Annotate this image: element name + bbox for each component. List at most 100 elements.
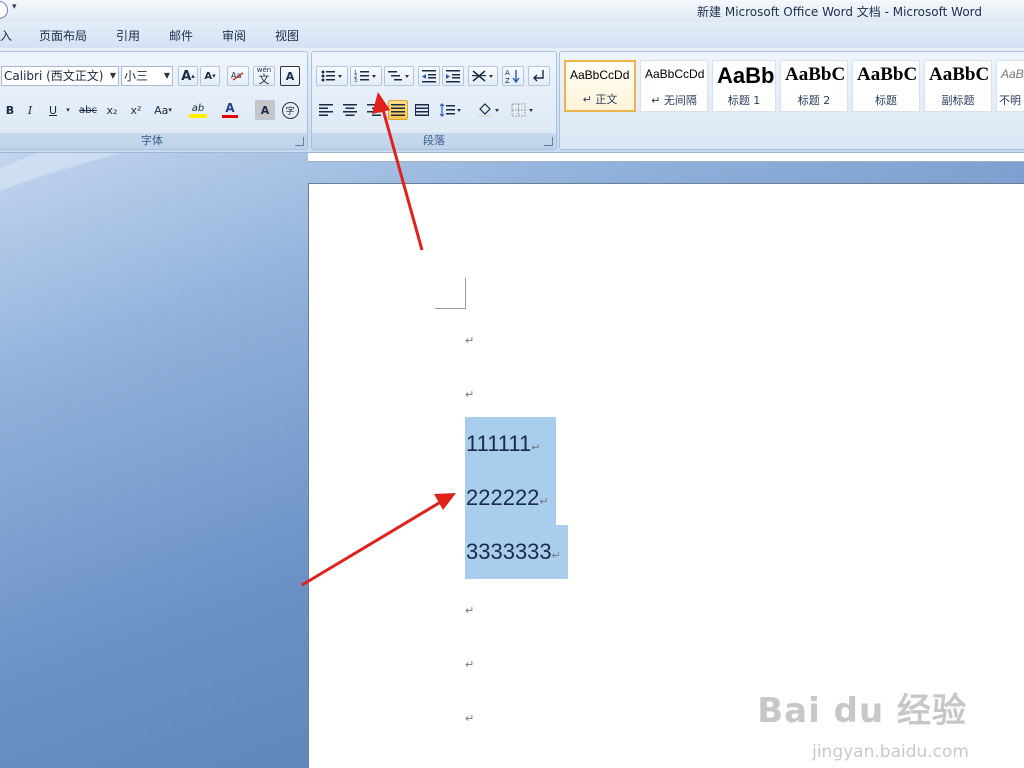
chevron-down-icon: ▾ [66, 106, 70, 114]
grow-font-button[interactable]: A ▴ [178, 66, 198, 86]
bold-button[interactable]: B [1, 100, 19, 120]
svg-text:Z: Z [505, 77, 510, 84]
dialog-launcher-icon[interactable] [544, 137, 553, 146]
style-no-spacing[interactable]: AaBbCcDd ↵ 无间隔 [640, 60, 708, 112]
character-shading-button[interactable]: A [255, 100, 275, 120]
sort-button[interactable]: A Z [502, 66, 524, 86]
quick-access-dropdown-icon[interactable]: ▾ [12, 2, 17, 12]
style-sample: AaBbCcDd [570, 68, 630, 82]
highlighter-icon: ab [191, 102, 205, 114]
align-left-icon [319, 104, 333, 116]
font-color-button[interactable]: A [217, 100, 243, 120]
selected-line[interactable]: 3333333↵ [465, 525, 568, 579]
underline-button[interactable]: U [43, 100, 63, 120]
align-right-button[interactable] [364, 100, 384, 120]
highlight-color-swatch [189, 113, 207, 118]
borders-button[interactable] [508, 100, 538, 120]
underline-icon: U [48, 103, 58, 117]
baidu-watermark: Bai du 经验 [757, 691, 967, 731]
phonetic-guide-button[interactable]: wén 文 [253, 66, 275, 86]
underline-dropdown[interactable]: ▾ [63, 100, 73, 120]
grow-font-icon: A [181, 68, 192, 84]
title-bar: ▾ 新建 Microsoft Office Word 文档 - Microsof… [0, 0, 1024, 23]
style-heading-2[interactable]: AaBbC 标题 2 [780, 60, 848, 112]
tab-insert[interactable]: 入 [0, 27, 12, 44]
tab-view[interactable]: 视图 [275, 27, 299, 44]
paragraph-mark: ↵ [465, 334, 475, 347]
paragraph-group-label: 段落 [312, 133, 556, 149]
style-name: 不明 [999, 94, 1021, 107]
align-right-icon [367, 104, 381, 116]
style-name: 副标题 [941, 94, 975, 107]
align-center-button[interactable] [340, 100, 360, 120]
style-subtle-emphasis[interactable]: AaBbCcD 不明 [996, 60, 1024, 112]
multilevel-list-button[interactable] [384, 66, 414, 86]
previous-page-edge [308, 153, 1024, 162]
multilevel-list-icon [388, 71, 409, 81]
line-text: 222222 [466, 485, 540, 510]
line-spacing-icon [439, 103, 461, 117]
margin-corner-mark [435, 278, 466, 309]
justify-button[interactable] [388, 100, 408, 120]
numbered-list-icon: 1 2 3 [354, 70, 376, 83]
tab-mailings[interactable]: 邮件 [169, 27, 193, 44]
font-size-value: 小三 [124, 69, 149, 83]
phonetic-guide-icon: 文 [258, 73, 270, 86]
chinese-layout-button[interactable] [468, 66, 498, 86]
paragraph-mark: ↵ [465, 604, 475, 617]
superscript-button[interactable]: x² [125, 100, 147, 120]
tab-page-layout[interactable]: 页面布局 [39, 27, 87, 44]
bold-icon: B [5, 103, 15, 117]
document-page[interactable]: ↵ ↵ 111111↵ 222222↵ 3333333↵ ↵ ↵ ↵ Bai d… [308, 183, 1024, 768]
style-name: ↵ 无间隔 [651, 94, 697, 107]
shrink-font-icon: A [204, 70, 213, 82]
style-heading-1[interactable]: AaBb 标题 1 [712, 60, 776, 112]
font-name-combo[interactable]: Calibri (西文正文) ▼ [1, 66, 119, 86]
border-grid-icon [511, 103, 533, 117]
paragraph-mark: ↵ [465, 658, 475, 671]
character-shading-icon: A [260, 103, 270, 117]
tab-references[interactable]: 引用 [116, 27, 140, 44]
paint-bucket-icon [478, 103, 499, 117]
font-color-swatch [222, 115, 238, 118]
show-paragraph-marks-button[interactable] [528, 66, 550, 86]
baidu-watermark-url: jingyan.baidu.com [812, 742, 969, 762]
strikethrough-button[interactable]: abc [77, 100, 99, 120]
distributed-button[interactable] [412, 100, 432, 120]
italic-button[interactable]: I [21, 100, 39, 120]
clear-formatting-button[interactable]: Aa [227, 66, 249, 86]
increase-indent-button[interactable] [442, 66, 464, 86]
shading-button[interactable] [474, 100, 504, 120]
office-button[interactable] [0, 1, 8, 19]
dialog-launcher-icon[interactable] [295, 137, 304, 146]
style-subtitle[interactable]: AaBbC 副标题 [924, 60, 992, 112]
style-sample: AaBbC [929, 64, 990, 85]
chinese-layout-icon [472, 70, 493, 82]
paragraph-mark: ↵ [465, 712, 475, 725]
selected-line[interactable]: 222222↵ [465, 471, 556, 525]
sort-icon: A Z [505, 69, 520, 84]
selected-line[interactable]: 111111↵ [465, 417, 556, 471]
shrink-font-button[interactable]: A ▾ [200, 66, 220, 86]
font-size-combo[interactable]: 小三 ▼ [121, 66, 173, 86]
character-border-button[interactable]: A [280, 66, 300, 86]
ribbon: Calibri (西文正文) ▼ 小三 ▼ A ▴ A ▾ Aa wén 文 A B… [0, 48, 1024, 153]
style-title[interactable]: AaBbC 标题 [852, 60, 920, 112]
tab-review[interactable]: 审阅 [222, 27, 246, 44]
superscript-icon: x² [130, 103, 142, 117]
style-name: 标题 2 [797, 94, 831, 107]
highlight-button[interactable]: ab [183, 100, 213, 120]
paragraph-mark: ↵ [465, 388, 475, 401]
decrease-indent-button[interactable] [418, 66, 440, 86]
numbering-button[interactable]: 1 2 3 [350, 66, 382, 86]
style-sample: AaBbC [785, 64, 846, 85]
subscript-button[interactable]: x₂ [101, 100, 123, 120]
bullets-button[interactable] [316, 66, 348, 86]
enclose-characters-button[interactable]: 字 [280, 100, 300, 120]
svg-text:3: 3 [354, 78, 357, 83]
subscript-icon: x₂ [106, 103, 118, 117]
align-left-button[interactable] [316, 100, 336, 120]
style-normal[interactable]: AaBbCcDd ↵ 正文 [564, 60, 636, 112]
change-case-button[interactable]: Aa ▾ [149, 100, 177, 120]
line-spacing-button[interactable] [436, 100, 466, 120]
